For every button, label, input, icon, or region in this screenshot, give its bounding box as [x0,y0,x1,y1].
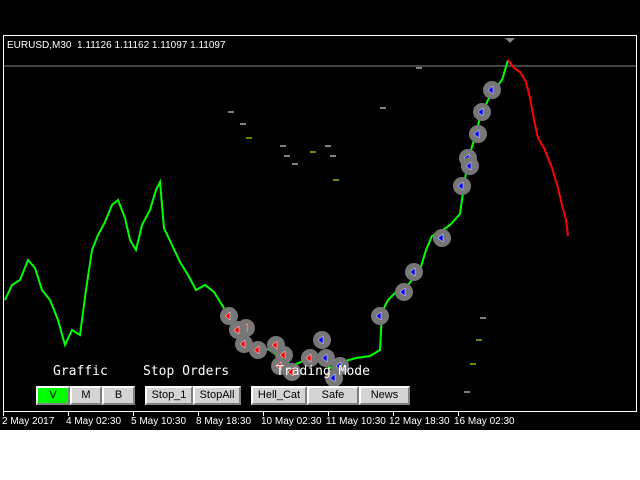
current-bar-marker-icon [505,38,515,43]
time-label: 4 May 02:30 [66,416,122,427]
time-label: 12 May 18:30 [389,416,450,427]
graffic-m-button[interactable]: M [70,386,102,405]
stop-all-button[interactable]: StopAll [193,386,241,405]
price-line-up [4,59,509,370]
ohlc-values: 1.11126 1.11162 1.11097 1.11097 [77,40,226,51]
time-label: 10 May 02:30 [261,416,322,427]
chart-title: EURUSD,M30 1.11126 1.11162 1.11097 1.110… [7,40,226,51]
time-label: 5 May 10:30 [131,416,187,427]
price-chart[interactable]: EURUSD,M30 1.11126 1.11162 1.11097 1.110… [0,0,640,430]
time-label: 8 May 18:30 [196,416,252,427]
graffic-b-button[interactable]: B [102,386,135,405]
safe-button[interactable]: Safe [307,386,359,405]
stop-1-button[interactable]: Stop_1 [145,386,193,405]
time-label: 16 May 02:30 [454,416,515,427]
price-line-down [507,59,569,237]
symbol-timeframe: EURUSD,M30 [7,40,72,51]
news-button[interactable]: News [359,386,410,405]
time-label: 2 May 2017 [2,416,55,427]
trading-mode-label: Trading Mode [276,364,370,379]
stop-orders-label: Stop Orders [143,364,230,379]
hell-cat-button[interactable]: Hell_Cat [251,386,307,405]
time-label: 11 May 10:30 [326,416,386,427]
graffic-v-button[interactable]: V [36,386,70,405]
graffic-label: Graffic [53,364,108,379]
